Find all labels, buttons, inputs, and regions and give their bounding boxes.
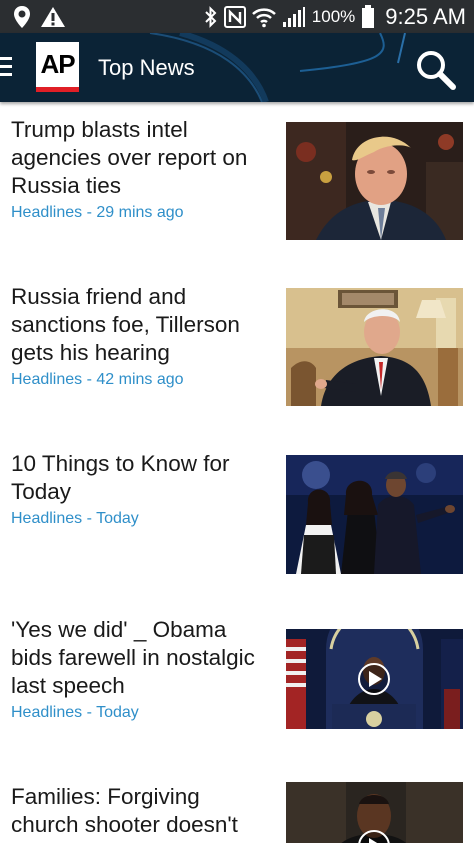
news-feed: Trump blasts intel agencies over report … [0, 102, 474, 843]
headline[interactable]: 'Yes we did' _ Obama bids farewell in no… [11, 616, 273, 700]
bluetooth-icon [204, 5, 218, 28]
signal-icon [282, 6, 306, 28]
news-item[interactable]: Russia friend and sanctions foe, Tillers… [0, 269, 474, 429]
nfc-icon [223, 5, 246, 28]
item-meta: Headlines - 29 mins ago [11, 204, 184, 221]
menu-icon[interactable] [0, 57, 14, 77]
battery-percent: 100% [311, 6, 356, 26]
news-item[interactable]: 'Yes we did' _ Obama bids farewell in no… [0, 602, 474, 772]
alert-icon [40, 6, 66, 28]
news-item[interactable]: Families: Forgiving church shooter doesn… [0, 769, 474, 843]
headline[interactable]: Families: Forgiving church shooter doesn… [11, 783, 273, 839]
search-icon [417, 51, 456, 90]
headline[interactable]: 10 Things to Know for Today [11, 450, 273, 506]
news-thumbnail[interactable] [286, 122, 463, 240]
app-bar: AP Top News [0, 33, 474, 102]
item-meta: Headlines - 42 mins ago [11, 371, 184, 388]
ap-logo[interactable]: AP [36, 42, 79, 92]
news-thumbnail[interactable] [286, 455, 463, 574]
news-item[interactable]: Trump blasts intel agencies over report … [0, 102, 474, 262]
location-icon [12, 5, 32, 29]
status-bar: 100% 9:25 AM [0, 0, 474, 33]
news-thumbnail[interactable] [286, 288, 463, 406]
item-meta: Headlines - Today [11, 704, 139, 721]
search-button[interactable] [414, 49, 458, 93]
news-item[interactable]: 10 Things to Know for Today Headlines - … [0, 436, 474, 606]
clock: 9:25 AM [385, 3, 466, 29]
item-meta: Headlines - Today [11, 510, 139, 527]
wifi-icon [251, 6, 276, 28]
headline[interactable]: Trump blasts intel agencies over report … [11, 116, 273, 200]
headline[interactable]: Russia friend and sanctions foe, Tillers… [11, 283, 273, 367]
video-thumbnail[interactable] [286, 782, 463, 843]
battery-icon [361, 4, 375, 29]
video-thumbnail[interactable] [286, 629, 463, 729]
page-title: Top News [98, 55, 195, 80]
